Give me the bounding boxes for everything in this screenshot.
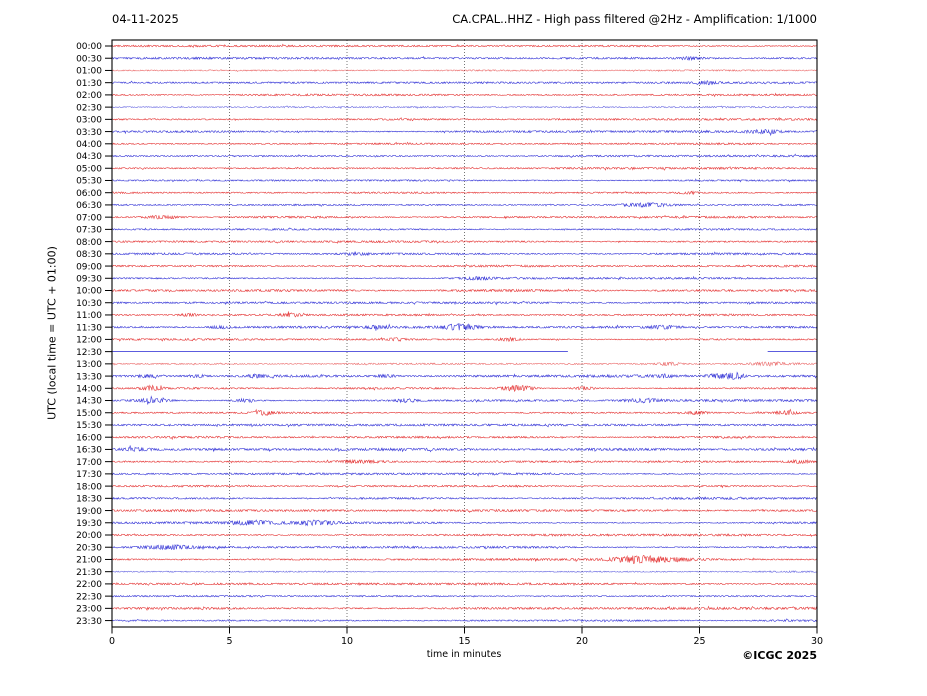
y-tick-label: 17:30 xyxy=(76,470,102,480)
y-tick-label: 00:30 xyxy=(76,54,102,64)
x-tick-label: 25 xyxy=(693,636,705,647)
y-tick-label: 14:30 xyxy=(76,397,102,407)
trace-row xyxy=(111,570,818,574)
y-tick-label: 23:30 xyxy=(76,617,102,627)
trace-row xyxy=(111,251,818,257)
y-tick-label: 16:30 xyxy=(76,446,102,456)
trace-row xyxy=(111,384,817,393)
y-tick-label: 04:00 xyxy=(76,140,102,150)
trace-row xyxy=(111,239,818,244)
x-tick-label: 20 xyxy=(576,636,588,647)
y-tick-label: 22:30 xyxy=(76,592,102,602)
y-tick-label: 15:00 xyxy=(76,409,102,419)
y-tick-label: 21:00 xyxy=(76,556,102,566)
y-tick-label: 11:00 xyxy=(76,311,102,321)
y-tick-label: 19:00 xyxy=(76,507,102,517)
y-tick-label: 15:30 xyxy=(76,421,102,431)
y-tick-label: 10:30 xyxy=(76,299,102,309)
y-tick-label: 11:30 xyxy=(76,323,102,333)
y-tick-label: 21:30 xyxy=(76,568,102,578)
x-tick-label: 15 xyxy=(458,636,470,647)
y-tick-label: 08:00 xyxy=(76,238,102,248)
x-tick-label: 0 xyxy=(109,636,115,647)
y-tick-label: 08:30 xyxy=(76,250,102,260)
y-tick-label: 01:30 xyxy=(76,79,102,89)
y-tick-label: 22:00 xyxy=(76,580,102,590)
y-tick-label: 07:30 xyxy=(76,226,102,236)
trace-row xyxy=(111,408,817,416)
y-tick-label: 23:00 xyxy=(76,605,102,615)
helicorder-plot: 00:00 00:30 01:00 01:30 02:00 02:30 03:00 03:30… xyxy=(76,39,823,647)
y-tick-label: 10:00 xyxy=(76,287,102,297)
grid-lines xyxy=(229,40,700,627)
y-tick-label: 09:30 xyxy=(76,274,102,284)
trace-row xyxy=(111,202,817,208)
y-tick-label: 14:00 xyxy=(76,385,102,395)
y-tick-label: 03:30 xyxy=(76,128,102,138)
y-tick-label: 09:00 xyxy=(76,262,102,272)
trace-row xyxy=(111,361,818,367)
y-tick-label: 16:00 xyxy=(76,433,102,443)
y-tick-label: 01:00 xyxy=(76,67,102,77)
helicorder-figure: 04-11-2025 CA.CPAL..HHZ - High pass filt… xyxy=(0,0,927,696)
y-tick-label: 12:00 xyxy=(76,336,102,346)
y-tick-label: 05:30 xyxy=(76,177,102,187)
y-tick-label: 02:00 xyxy=(76,91,102,101)
y-axis: 00:00 00:30 01:00 01:30 02:00 02:30 03:00 03:30… xyxy=(76,42,112,627)
x-tick-label: 30 xyxy=(811,636,823,647)
x-axis: 0 5 10 15 20 25 30 xyxy=(109,627,823,647)
y-tick-label: 05:00 xyxy=(76,164,102,174)
trace-row xyxy=(111,435,817,441)
y-tick-label: 19:30 xyxy=(76,519,102,529)
y-tick-label: 20:30 xyxy=(76,543,102,553)
y-tick-label: 20:00 xyxy=(76,531,102,541)
x-tick-label: 10 xyxy=(341,636,353,647)
trace-row xyxy=(111,69,817,73)
y-tick-label: 13:30 xyxy=(76,372,102,382)
y-tick-label: 03:00 xyxy=(76,116,102,126)
y-tick-label: 02:30 xyxy=(76,103,102,113)
y-tick-label: 04:30 xyxy=(76,152,102,162)
trace-row xyxy=(111,227,818,232)
y-tick-label: 07:00 xyxy=(76,213,102,223)
y-tick-label: 06:00 xyxy=(76,189,102,199)
trace-row xyxy=(111,322,818,331)
y-tick-label: 00:00 xyxy=(76,42,102,52)
y-tick-label: 18:30 xyxy=(76,495,102,505)
y-tick-label: 18:00 xyxy=(76,482,102,492)
y-tick-label: 06:30 xyxy=(76,201,102,211)
x-tick-label: 5 xyxy=(226,636,232,647)
y-tick-label: 17:00 xyxy=(76,458,102,468)
y-tick-label: 12:30 xyxy=(76,348,102,358)
y-tick-label: 13:00 xyxy=(76,360,102,370)
